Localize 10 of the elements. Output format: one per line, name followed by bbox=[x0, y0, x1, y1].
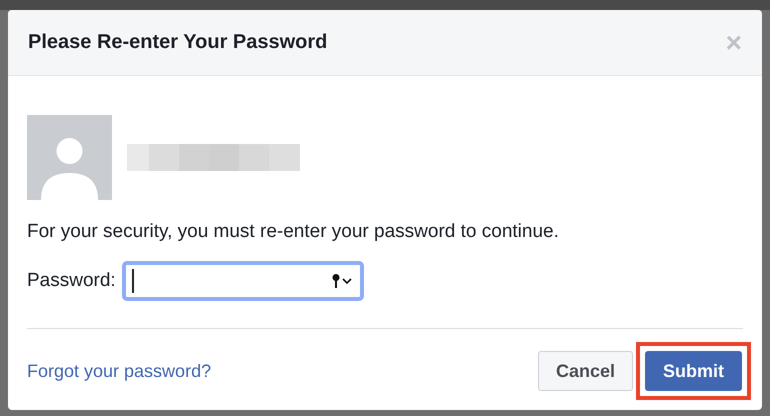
dialog-title: Please Re-enter Your Password bbox=[28, 31, 328, 54]
text-cursor bbox=[132, 269, 134, 293]
key-dropdown-icon[interactable] bbox=[332, 273, 354, 289]
submit-button[interactable]: Submit bbox=[645, 351, 742, 391]
forgot-password-link[interactable]: Forgot your password? bbox=[27, 360, 212, 382]
cancel-button[interactable]: Cancel bbox=[538, 351, 633, 391]
avatar-icon bbox=[27, 115, 112, 200]
security-message: For your security, you must re-enter your password to continue. bbox=[27, 221, 560, 243]
password-label: Password: bbox=[27, 270, 116, 292]
password-field[interactable] bbox=[122, 261, 364, 301]
